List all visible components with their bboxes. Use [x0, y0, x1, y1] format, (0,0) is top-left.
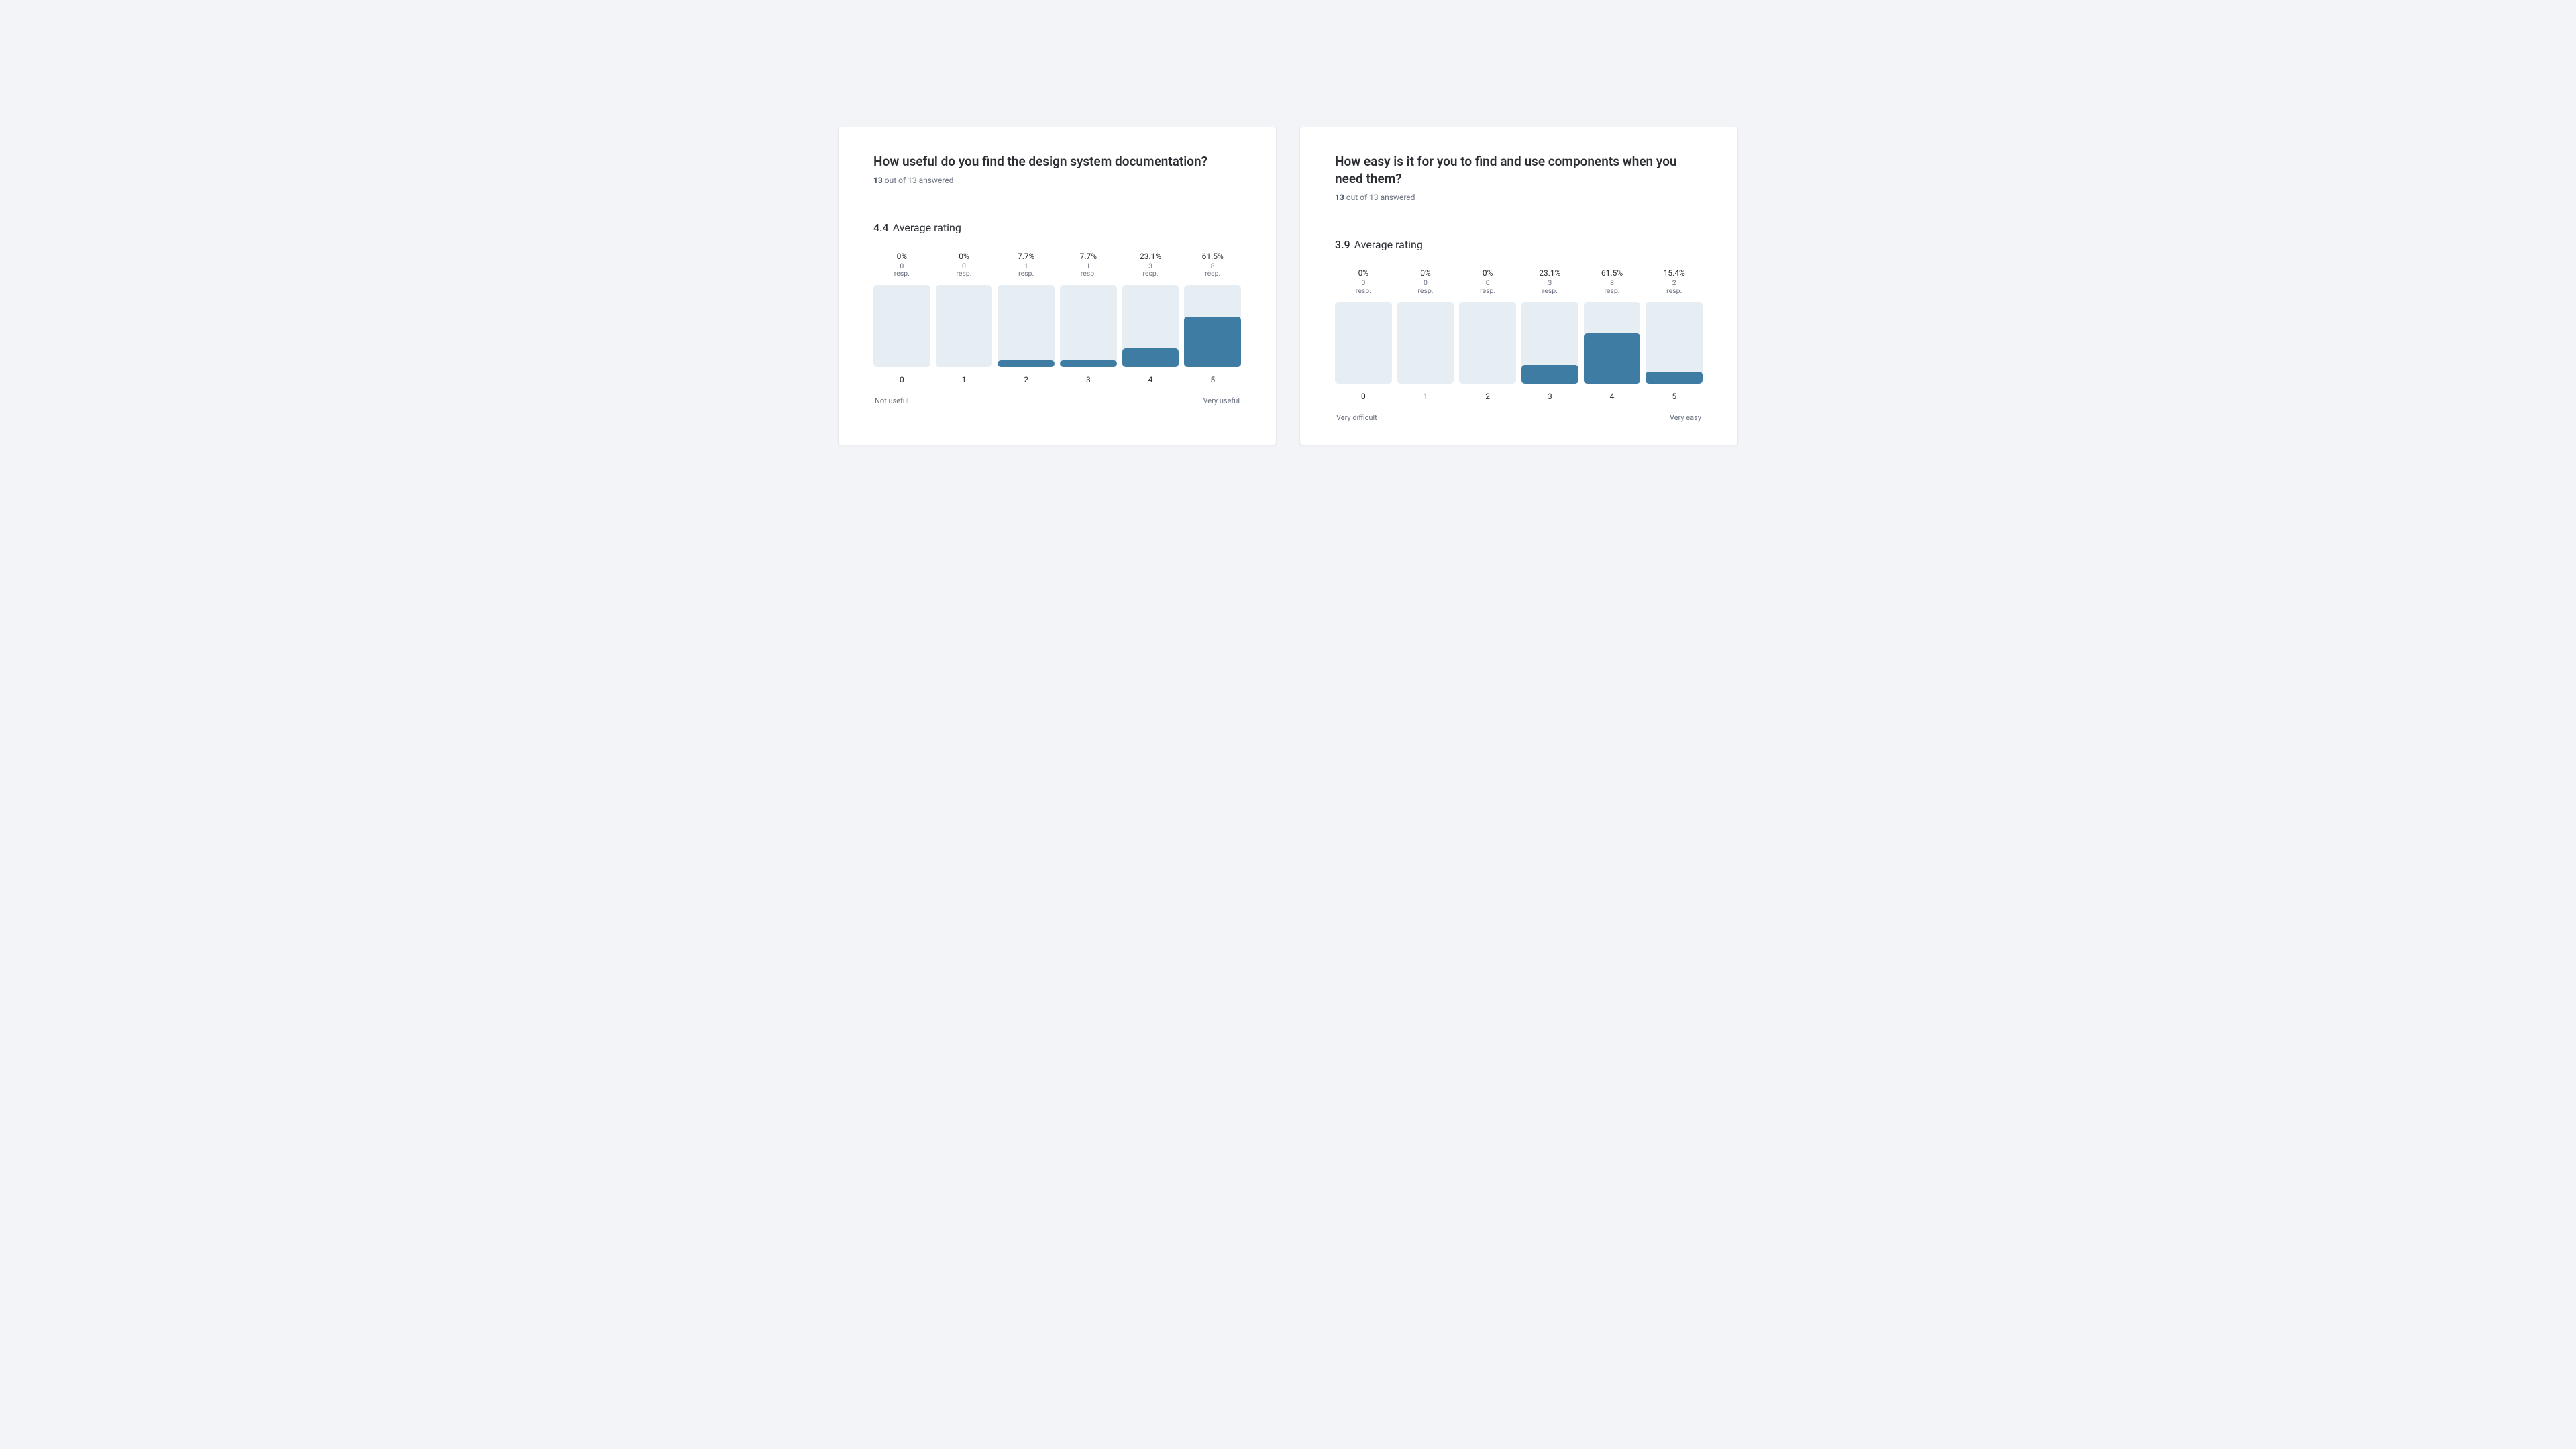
- bar-pct: 61.5%: [1202, 252, 1224, 261]
- bar-pct: 61.5%: [1601, 268, 1623, 278]
- average-label: Average rating: [893, 221, 961, 234]
- bar-resp-label: resp.: [1604, 287, 1619, 296]
- bar-pct: 0%: [1420, 268, 1431, 278]
- answered-text: out of 13 answered: [885, 176, 954, 185]
- rating-col: 61.5% 8 resp. 4: [1584, 268, 1641, 401]
- bar-tick: 4: [1610, 392, 1615, 401]
- bar-resp-label: resp.: [1205, 270, 1220, 278]
- rating-chart: 0% 0 resp. 0 0% 0 resp. 1 0% 0 resp. 2: [1335, 268, 1703, 401]
- average-rating: 4.4 Average rating: [873, 221, 1241, 234]
- bar-fill: [998, 360, 1055, 366]
- bar-resp-label: resp.: [1142, 270, 1158, 278]
- rating-col: 7.7% 1 resp. 3: [1060, 252, 1117, 384]
- rating-col: 61.5% 8 resp. 5: [1184, 252, 1241, 384]
- bar-track: [1397, 302, 1454, 384]
- rating-col: 0% 0 resp. 1: [1397, 268, 1454, 401]
- bar-tick: 1: [962, 375, 967, 384]
- bar-tick: 3: [1086, 375, 1091, 384]
- bar-track: [1646, 302, 1703, 384]
- survey-card-findability: How easy is it for you to find and use c…: [1300, 127, 1737, 445]
- bar-pct: 23.1%: [1140, 252, 1161, 261]
- bar-tick: 5: [1210, 375, 1215, 384]
- bar-track: [1521, 302, 1578, 384]
- answered-count: 13: [1335, 193, 1344, 202]
- bar-tick: 0: [900, 375, 904, 384]
- bar-track: [998, 285, 1055, 367]
- average-value: 3.9: [1335, 238, 1350, 251]
- bar-pct: 0%: [1483, 268, 1493, 278]
- bar-resp-label: resp.: [1666, 287, 1682, 296]
- bar-tick: 4: [1148, 375, 1153, 384]
- bar-pct: 0%: [1358, 268, 1369, 278]
- bar-track: [1060, 285, 1117, 367]
- bar-track: [936, 285, 993, 367]
- bar-fill: [1184, 317, 1241, 367]
- scale-endcaps: Not useful Very useful: [873, 396, 1241, 405]
- bar-resp-label: resp.: [1542, 287, 1558, 296]
- bar-resp-label: resp.: [956, 270, 971, 278]
- bar-track: [1122, 285, 1179, 367]
- bar-fill: [1060, 360, 1117, 366]
- bar-fill: [1584, 333, 1641, 384]
- bar-track: [1584, 302, 1641, 384]
- scale-low-label: Very difficult: [1336, 413, 1377, 422]
- bar-track: [873, 285, 930, 367]
- bar-tick: 3: [1548, 392, 1552, 401]
- bar-tick: 1: [1424, 392, 1428, 401]
- bar-resp-label: resp.: [1356, 287, 1371, 296]
- bar-resp-label: resp.: [894, 270, 910, 278]
- bar-resp-label: resp.: [1018, 270, 1034, 278]
- bar-tick: 2: [1024, 375, 1028, 384]
- bar-tick: 5: [1672, 392, 1676, 401]
- bar-resp-label: resp.: [1480, 287, 1495, 296]
- bar-tick: 2: [1485, 392, 1490, 401]
- answered-text: out of 13 answered: [1346, 193, 1415, 202]
- rating-col: 23.1% 3 resp. 4: [1122, 252, 1179, 384]
- bar-pct: 0%: [959, 252, 969, 261]
- bar-resp-label: resp.: [1417, 287, 1433, 296]
- bar-resp-label: resp.: [1081, 270, 1096, 278]
- scale-low-label: Not useful: [875, 396, 909, 405]
- rating-col: 0% 0 resp. 0: [1335, 268, 1392, 401]
- bar-track: [1459, 302, 1516, 384]
- rating-col: 15.4% 2 resp. 5: [1646, 268, 1703, 401]
- rating-chart: 0% 0 resp. 0 0% 0 resp. 1 7.7% 1 resp. 2: [873, 252, 1241, 384]
- bar-pct: 7.7%: [1080, 252, 1097, 261]
- survey-cards: How useful do you find the design system…: [839, 127, 1737, 445]
- rating-col: 7.7% 1 resp. 2: [998, 252, 1055, 384]
- rating-col: 0% 0 resp. 2: [1459, 268, 1516, 401]
- bar-fill: [1122, 348, 1179, 367]
- average-label: Average rating: [1354, 238, 1423, 251]
- answered-subtitle: 13 out of 13 answered: [873, 176, 1241, 185]
- rating-col: 0% 0 resp. 0: [873, 252, 930, 384]
- scale-high-label: Very easy: [1670, 413, 1701, 422]
- answered-subtitle: 13 out of 13 answered: [1335, 193, 1703, 202]
- question-title: How easy is it for you to find and use c…: [1335, 153, 1703, 187]
- bar-pct: 15.4%: [1664, 268, 1685, 278]
- average-value: 4.4: [873, 221, 889, 234]
- scale-endcaps: Very difficult Very easy: [1335, 413, 1703, 422]
- bar-tick: 0: [1361, 392, 1366, 401]
- bar-pct: 0%: [897, 252, 908, 261]
- bar-track: [1184, 285, 1241, 367]
- answered-count: 13: [873, 176, 883, 185]
- bar-pct: 7.7%: [1018, 252, 1034, 261]
- bar-fill: [1521, 365, 1578, 384]
- scale-high-label: Very useful: [1203, 396, 1240, 405]
- bar-pct: 23.1%: [1539, 268, 1560, 278]
- average-rating: 3.9 Average rating: [1335, 238, 1703, 251]
- bar-fill: [1646, 372, 1703, 384]
- rating-col: 0% 0 resp. 1: [936, 252, 993, 384]
- rating-col: 23.1% 3 resp. 3: [1521, 268, 1578, 401]
- bar-track: [1335, 302, 1392, 384]
- survey-card-usefulness: How useful do you find the design system…: [839, 127, 1276, 445]
- question-title: How useful do you find the design system…: [873, 153, 1241, 170]
